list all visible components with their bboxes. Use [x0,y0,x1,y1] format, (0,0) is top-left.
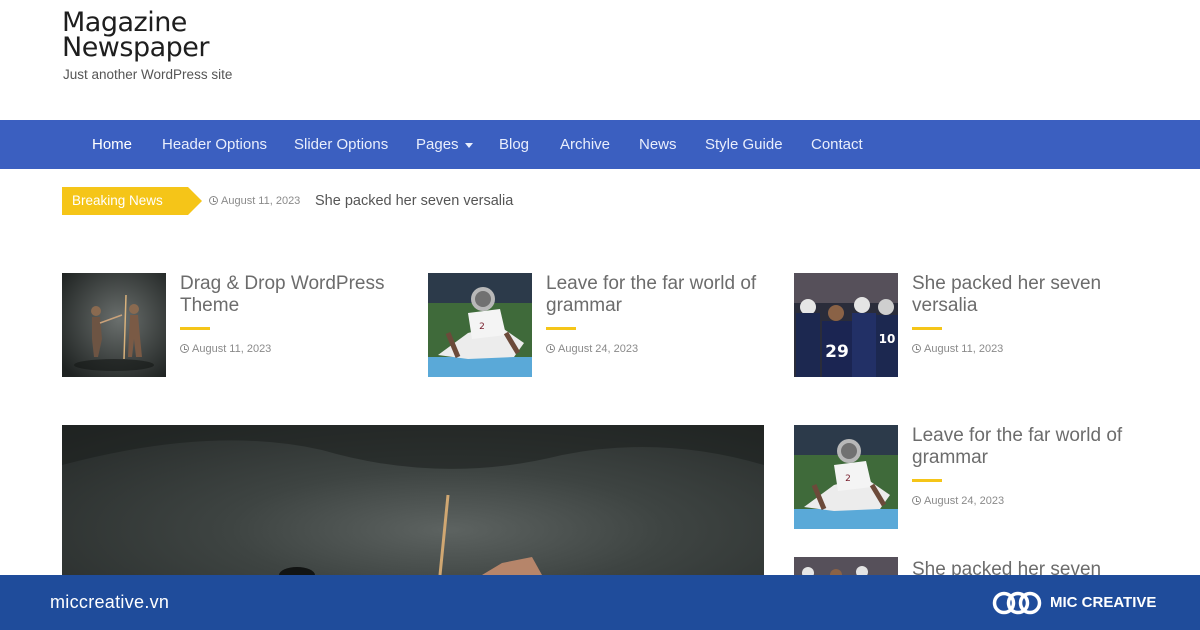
post-date: August 11, 2023 [912,343,1003,355]
post-thumbnail[interactable]: 2 [794,425,898,529]
breaking-news-headline[interactable]: She packed her seven versalia [315,187,513,215]
post-thumbnail[interactable] [62,273,166,377]
sidebar-post-card: She packed her seven [794,557,1144,575]
svg-text:2: 2 [479,322,485,332]
sidebar-post-card: 2 Leave for the far world of grammar Aug… [794,425,1144,529]
mic-creative-logo-icon [992,591,1042,615]
clock-icon [180,344,189,353]
nav-item-news[interactable]: News [639,120,677,169]
post-date: August 24, 2023 [912,495,1004,507]
clock-icon [546,344,555,353]
football-team-image [794,557,898,575]
nav-item-pages-label: Pages [416,136,459,153]
post-title[interactable]: She packed her seven [912,559,1142,575]
svg-text:10: 10 [879,332,896,346]
post-date: August 11, 2023 [180,343,271,355]
fencing-duel-featured-image [62,425,764,575]
clock-icon [912,344,921,353]
title-accent-line [546,327,576,330]
svg-text:2: 2 [845,474,851,484]
breaking-news-label: Breaking News [62,187,188,215]
football-team-image: 29 10 [794,273,898,377]
breaking-news-date: August 11, 2023 [209,187,300,215]
site-title-line2: Newspaper [62,32,210,63]
fencing-duel-image [62,273,166,377]
nav-item-pages[interactable]: Pages [416,120,473,169]
site-title[interactable]: Magazine Newspaper [62,9,210,63]
title-accent-line [180,327,210,330]
post-thumbnail[interactable] [794,557,898,575]
nav-item-blog[interactable]: Blog [499,120,529,169]
breaking-news-arrow [188,187,202,215]
site-tagline: Just another WordPress site [63,67,233,82]
post-thumbnail[interactable]: 2 [428,273,532,377]
clock-icon [912,496,921,505]
featured-post-image[interactable] [62,425,764,575]
post-thumbnail[interactable]: 29 10 [794,273,898,377]
football-player-diving-image: 2 [428,273,532,377]
site-header: Magazine Newspaper Just another WordPres… [0,0,1200,120]
title-accent-line [912,479,942,482]
main-navigation: Home Header Options Slider Options Pages… [0,120,1200,169]
post-date-text: August 11, 2023 [192,343,272,355]
post-title[interactable]: Drag & Drop WordPress Theme [180,273,410,317]
post-date: August 24, 2023 [546,343,638,355]
post-title[interactable]: Leave for the far world of grammar [912,425,1142,469]
chevron-down-icon [464,142,473,148]
nav-item-slider-options[interactable]: Slider Options [294,120,388,169]
post-card: Drag & Drop WordPress Theme August 11, 2… [62,273,402,377]
nav-item-archive[interactable]: Archive [560,120,610,169]
clock-icon [209,196,218,205]
post-title[interactable]: She packed her seven versalia [912,273,1142,317]
nav-item-style-guide[interactable]: Style Guide [705,120,783,169]
post-date-text: August 11, 2023 [924,343,1004,355]
post-card: 2 Leave for the far world of grammar Aug… [428,273,768,377]
footer-site-link[interactable]: miccreative.vn [50,575,169,630]
svg-text:29: 29 [825,342,849,362]
post-date-text: August 24, 2023 [558,343,639,355]
footer-brand-name: MIC CREATIVE [1050,594,1157,611]
brand-footer-bar: miccreative.vn MIC CREATIVE [0,575,1200,630]
nav-item-contact[interactable]: Contact [811,120,863,169]
post-title[interactable]: Leave for the far world of grammar [546,273,776,317]
post-card: 29 10 She packed her seven versalia Augu… [794,273,1134,377]
title-accent-line [912,327,942,330]
nav-item-home[interactable]: Home [92,120,132,169]
football-player-diving-image: 2 [794,425,898,529]
breaking-news-date-text: August 11, 2023 [221,195,301,207]
post-date-text: August 24, 2023 [924,495,1005,507]
nav-item-header-options[interactable]: Header Options [162,120,267,169]
